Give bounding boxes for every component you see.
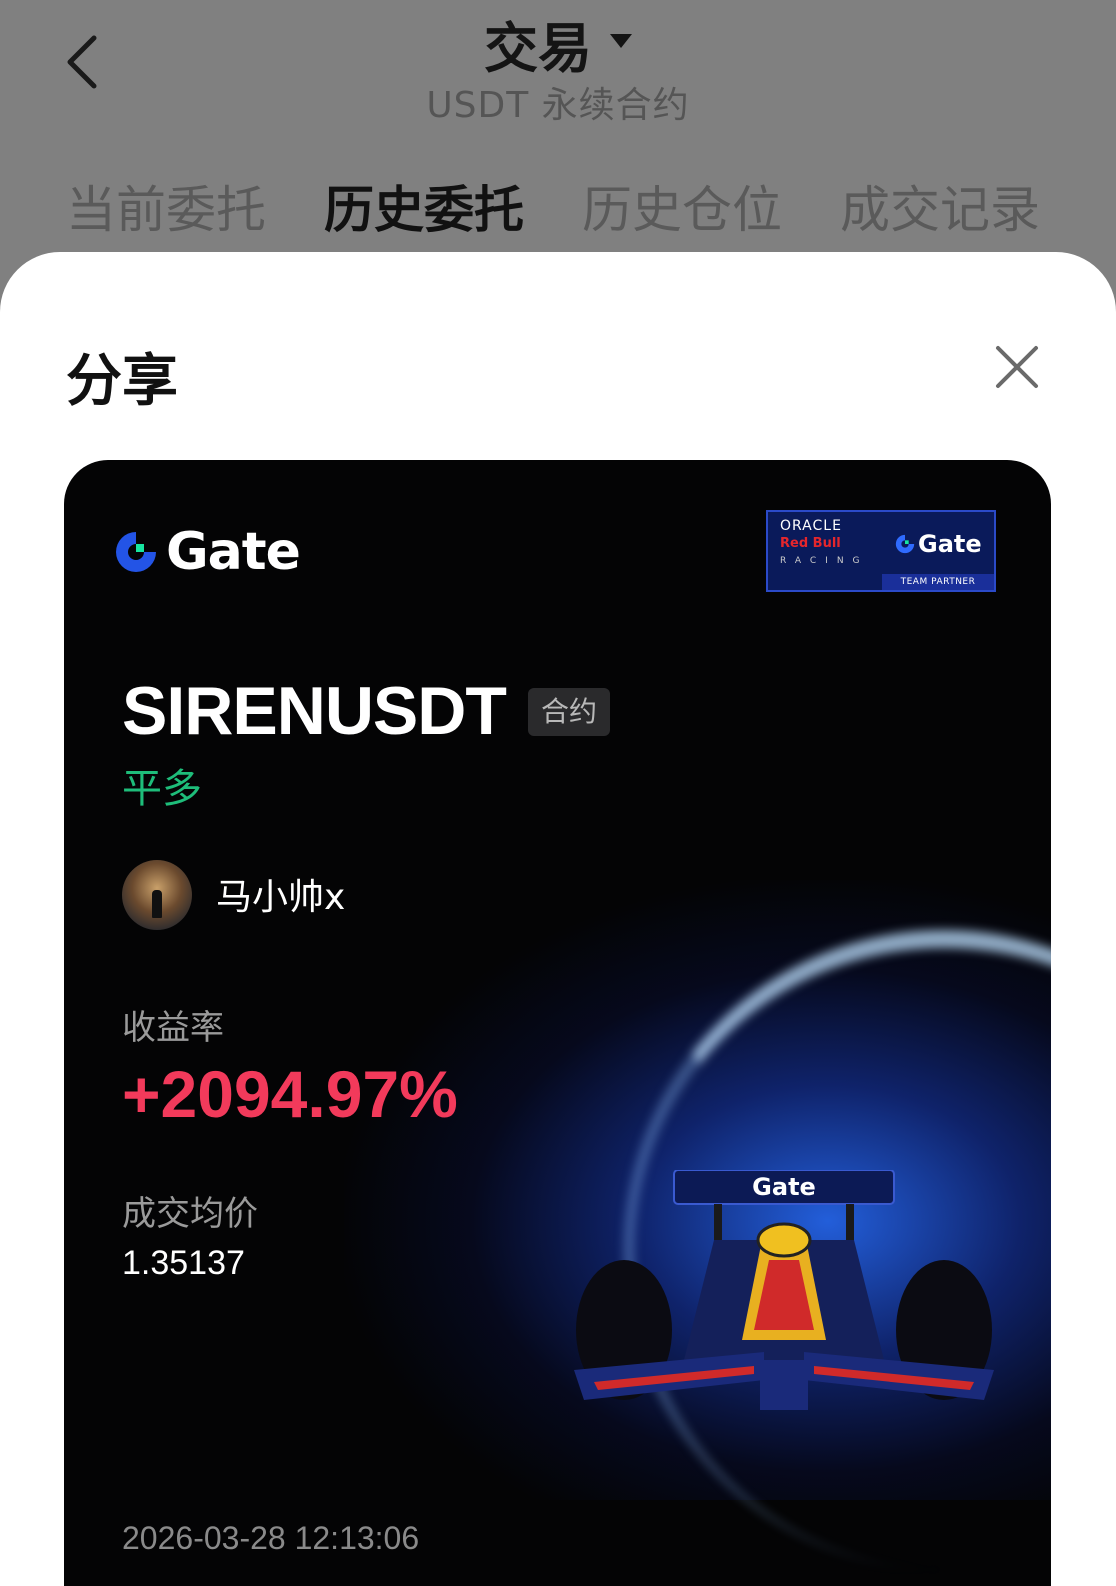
gate-logo-icon	[895, 534, 915, 554]
roi-label: 收益率	[122, 1008, 224, 1048]
partner-oracle-text: ORACLE	[780, 518, 842, 534]
avatar	[122, 860, 192, 930]
avg-price-value: 1.35137	[122, 1244, 245, 1282]
gate-logo-text: Gate	[166, 522, 301, 582]
top-header: 交易 USDT 永续合约 当前委托 历史委托 历史仓位 成交记录	[0, 0, 1116, 260]
order-tabs: 当前委托 历史委托 历史仓位 成交记录	[0, 170, 1116, 240]
share-card: Gate ORACLE Red Bull RACING Gate TEAM PA…	[64, 460, 1051, 1586]
page-title[interactable]: 交易	[0, 4, 1116, 83]
page-subtitle: USDT 永续合约	[426, 85, 690, 126]
tab-position-history[interactable]: 历史仓位	[582, 170, 782, 242]
partner-tag: TEAM PARTNER	[882, 574, 994, 590]
contract-badge: 合约	[528, 688, 610, 736]
trade-direction: 平多	[122, 766, 202, 812]
sheet-title: 分享	[66, 349, 178, 414]
partner-redbull-text: Red Bull	[780, 536, 841, 551]
partner-gate-text: Gate	[918, 530, 982, 558]
share-timestamp: 2026-03-28 12:13:06	[122, 1520, 420, 1556]
gate-logo: Gate	[112, 522, 301, 582]
gate-logo-icon	[116, 532, 156, 572]
team-partner-badge: ORACLE Red Bull RACING Gate TEAM PARTNER	[766, 510, 996, 592]
partner-gate-logo: Gate	[894, 530, 982, 558]
tab-current-orders[interactable]: 当前委托	[66, 170, 266, 242]
share-sheet: 分享 Gate ORACLE Red Bull RACING Gate TEAM…	[0, 252, 1116, 1586]
tab-trade-records[interactable]: 成交记录	[840, 170, 1046, 242]
race-car-image: Gate	[574, 1170, 994, 1410]
roi-value: +2094.97%	[122, 1057, 458, 1131]
caret-down-icon	[610, 34, 632, 49]
username: 马小帅x	[216, 877, 346, 918]
contract-symbol: SIRENUSDT	[122, 673, 507, 749]
tab-order-history[interactable]: 历史委托	[324, 170, 524, 242]
close-icon	[996, 346, 1038, 388]
avg-price-label: 成交均价	[122, 1194, 258, 1234]
page-title-label: 交易	[484, 17, 592, 80]
partner-racing-text: RACING	[780, 556, 869, 566]
svg-text:Gate: Gate	[752, 1173, 816, 1201]
close-button[interactable]	[994, 344, 1040, 390]
